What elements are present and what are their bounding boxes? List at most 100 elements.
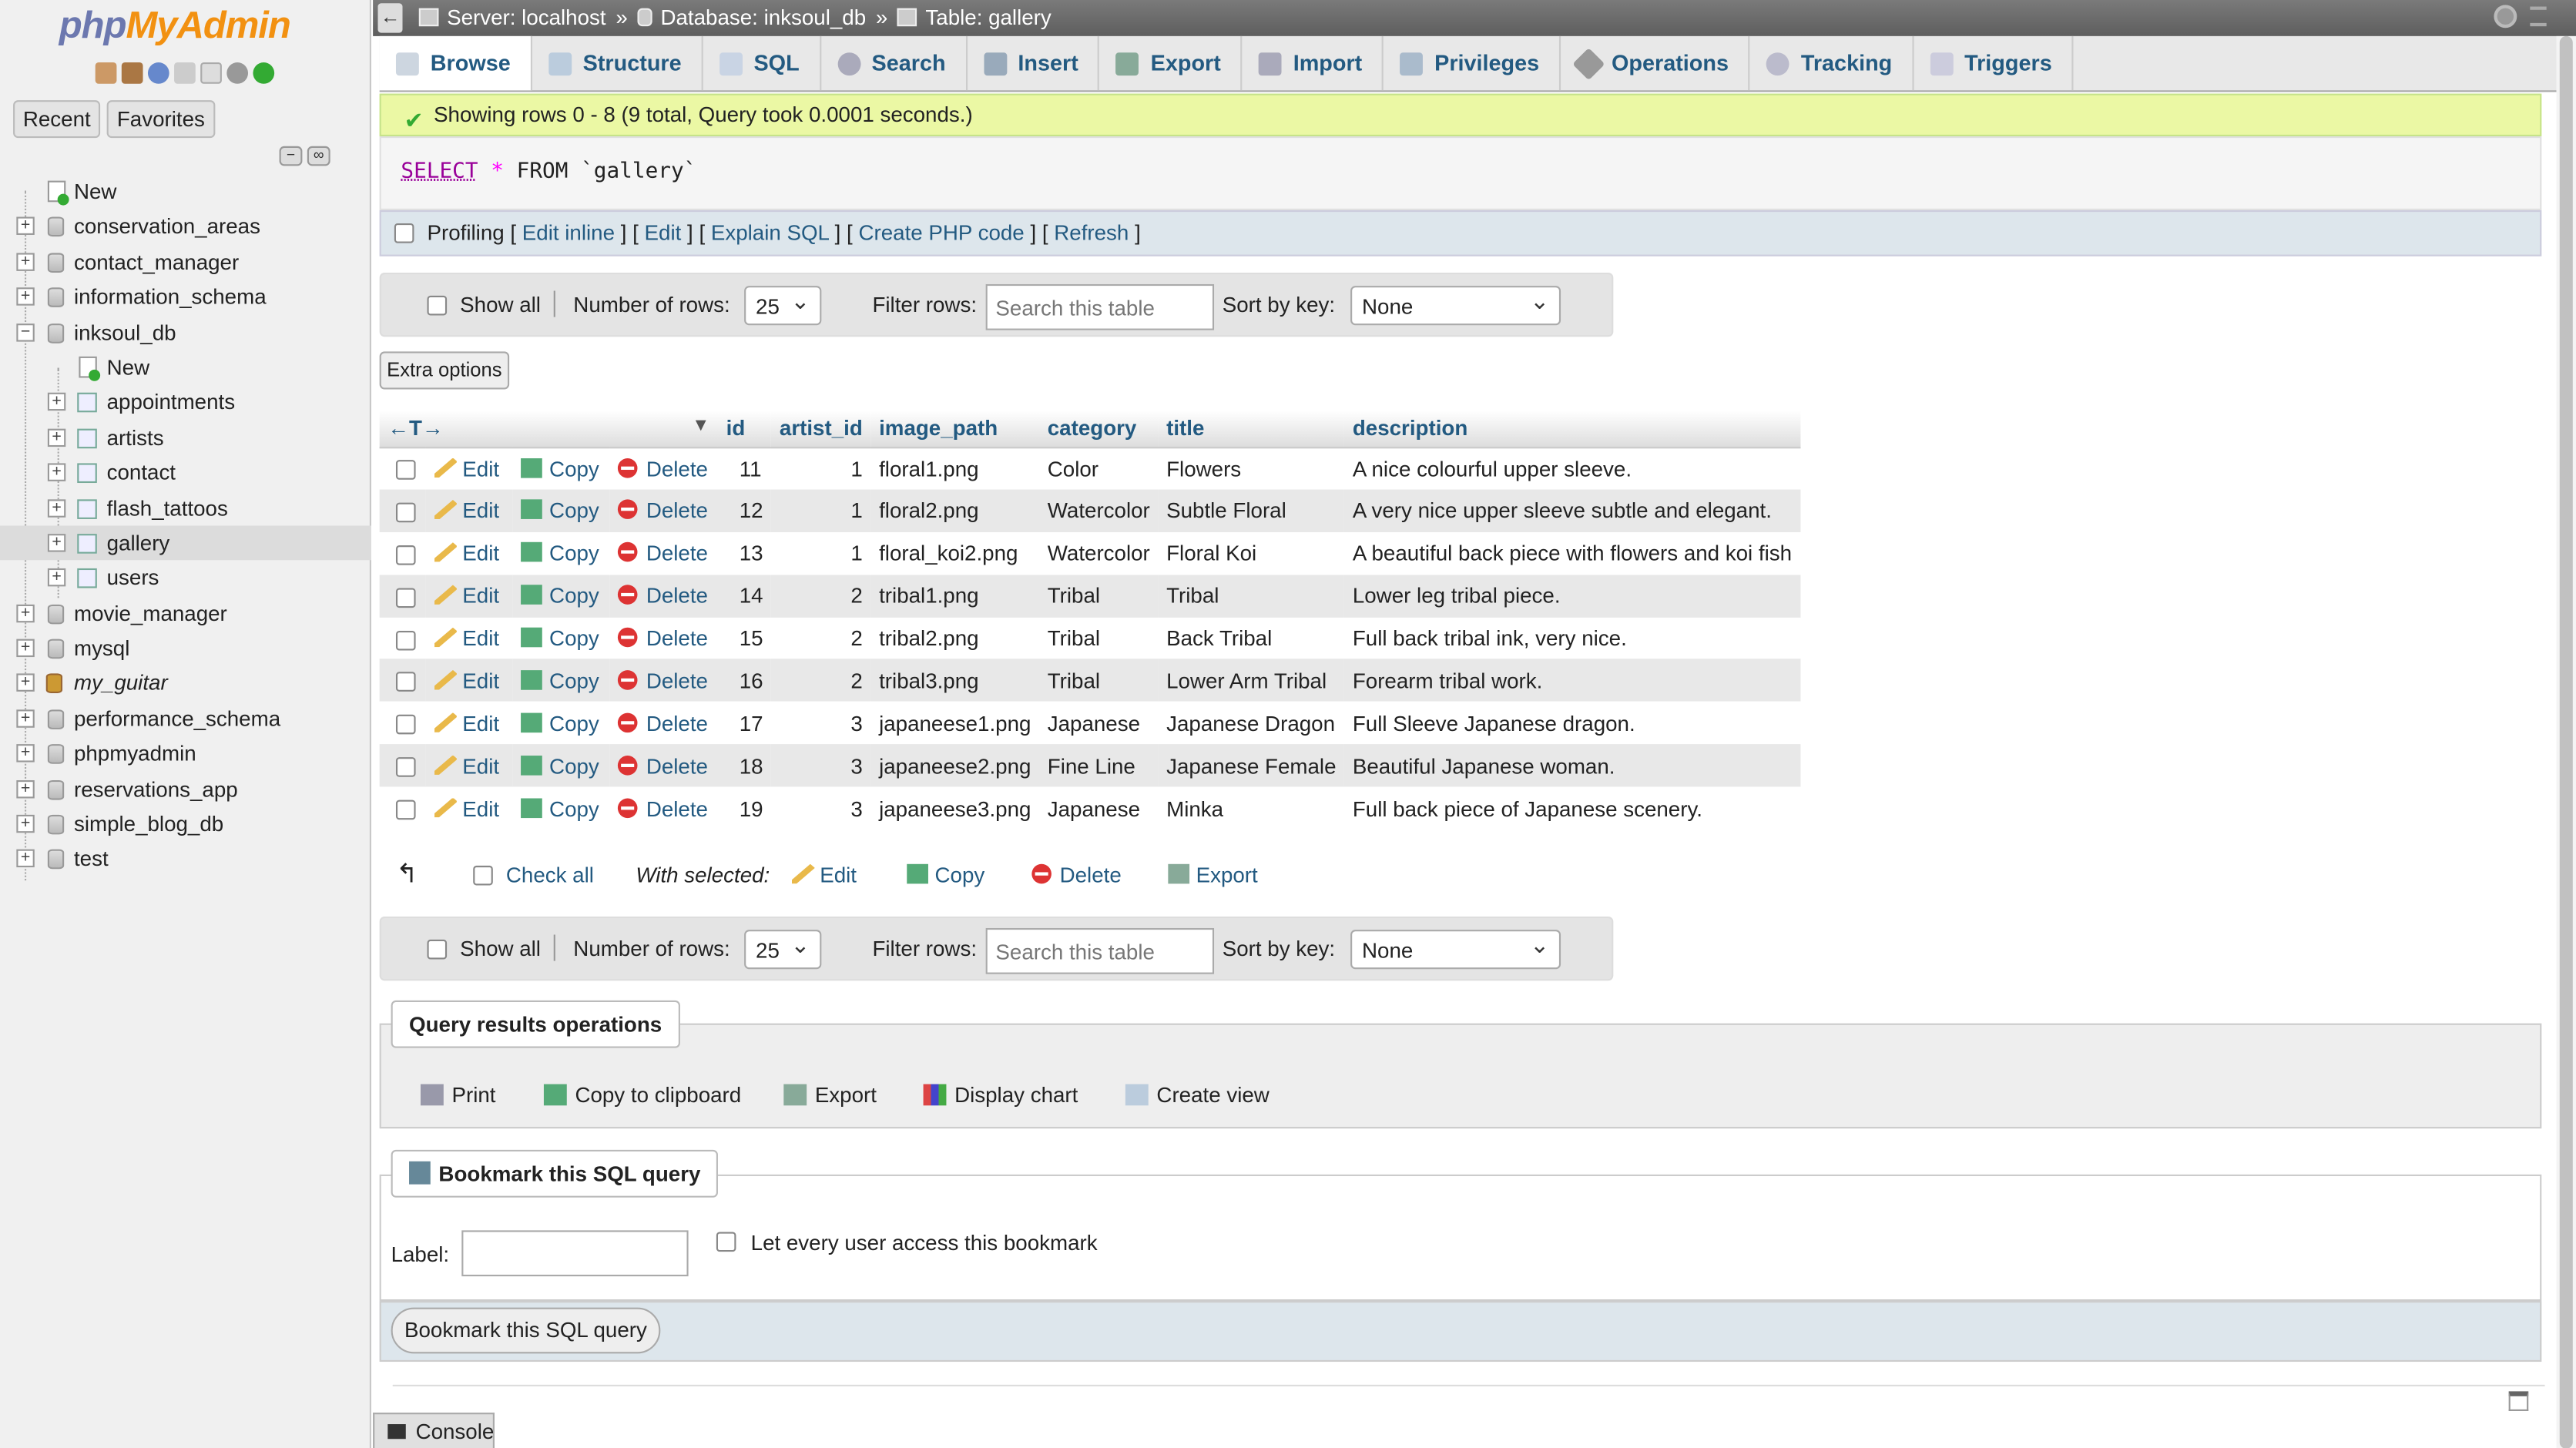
- expand-icon[interactable]: +: [16, 709, 35, 728]
- row-copy[interactable]: Copy: [513, 659, 610, 702]
- tree-new-database[interactable]: New: [0, 174, 371, 209]
- row-delete[interactable]: Delete: [609, 786, 718, 830]
- expand-icon[interactable]: +: [47, 568, 66, 588]
- row-checkbox[interactable]: [395, 587, 416, 608]
- documentation-icon[interactable]: [174, 62, 196, 84]
- row-copy[interactable]: Copy: [513, 574, 610, 617]
- cell-id[interactable]: 19: [717, 786, 772, 830]
- cell-title[interactable]: Minka: [1158, 786, 1345, 830]
- check-all-checkbox[interactable]: [473, 865, 493, 886]
- breadcrumb-database[interactable]: Database: inksoul_db: [637, 0, 866, 36]
- extra-options-button[interactable]: Extra options: [379, 351, 510, 390]
- home-icon[interactable]: [95, 62, 117, 84]
- help-icon[interactable]: [147, 62, 169, 84]
- breadcrumb-table[interactable]: Table: gallery: [897, 0, 1052, 36]
- cell-image_path[interactable]: floral_koi2.png: [870, 531, 1040, 575]
- row-checkbox[interactable]: [395, 502, 416, 522]
- tab-privileges[interactable]: Privileges: [1384, 35, 1561, 91]
- cell-id[interactable]: 14: [717, 574, 772, 617]
- filter-rows-input[interactable]: Search this table: [985, 283, 1215, 330]
- cell-artist_id[interactable]: 3: [771, 702, 871, 745]
- row-checkbox[interactable]: [395, 672, 416, 692]
- number-of-rows-select[interactable]: 25: [744, 930, 822, 970]
- settings-gear-icon[interactable]: [2494, 5, 2517, 28]
- cell-category[interactable]: Japanese: [1039, 702, 1159, 745]
- row-delete[interactable]: Delete: [609, 616, 718, 660]
- cell-image_path[interactable]: japaneese2.png: [870, 744, 1040, 787]
- column-controls[interactable]: ←T→ ▼: [379, 411, 718, 448]
- refresh-link[interactable]: Refresh: [1054, 220, 1129, 245]
- tab-sql[interactable]: SQL: [703, 35, 821, 91]
- cell-id[interactable]: 18: [717, 744, 772, 787]
- table-row[interactable]: Edit Copy Delete 14 2 tribal1.png Tribal Tribal…: [379, 574, 1800, 617]
- tree-db-mysql[interactable]: + mysql: [0, 631, 371, 666]
- table-row[interactable]: Edit Copy Delete 19 3 japaneese3.png Japanese M…: [379, 786, 1800, 830]
- filter-rows-input[interactable]: Search this table: [985, 927, 1215, 974]
- tree-db-movie_manager[interactable]: + movie_manager: [0, 596, 371, 632]
- create-view-button[interactable]: Create view: [1109, 1071, 1286, 1121]
- cell-image_path[interactable]: japaneese1.png: [870, 702, 1040, 745]
- column-category[interactable]: category: [1039, 411, 1159, 448]
- edit-inline-link[interactable]: Edit inline: [522, 220, 615, 245]
- share-bookmark-checkbox[interactable]: [716, 1232, 736, 1252]
- exit-icon[interactable]: [121, 62, 143, 84]
- column-description[interactable]: description: [1344, 411, 1800, 448]
- column-artist_id[interactable]: artist_id: [771, 411, 871, 448]
- row-delete[interactable]: Delete: [609, 447, 718, 490]
- table-row[interactable]: Edit Copy Delete 16 2 tribal3.png Tribal Lower …: [379, 659, 1800, 702]
- expand-icon[interactable]: +: [47, 463, 66, 482]
- cell-category[interactable]: Fine Line: [1039, 744, 1159, 787]
- cell-artist_id[interactable]: 1: [771, 531, 871, 575]
- tree-db-performance_schema[interactable]: + performance_schema: [0, 701, 371, 736]
- bookmark-submit-button[interactable]: Bookmark this SQL query: [391, 1307, 661, 1354]
- cell-artist_id[interactable]: 3: [771, 744, 871, 787]
- row-copy[interactable]: Copy: [513, 531, 610, 575]
- cell-artist_id[interactable]: 2: [771, 574, 871, 617]
- cell-image_path[interactable]: japaneese3.png: [870, 786, 1040, 830]
- print-button[interactable]: Print: [404, 1071, 512, 1121]
- cell-category[interactable]: Color: [1039, 447, 1159, 490]
- tab-import[interactable]: Import: [1243, 35, 1384, 91]
- expand-icon[interactable]: +: [47, 533, 66, 552]
- phpmyadmin-logo[interactable]: phpMyAdmin: [59, 3, 291, 48]
- console-toggle[interactable]: Console: [373, 1413, 495, 1448]
- expand-icon[interactable]: +: [16, 744, 35, 763]
- tree-table-new[interactable]: New: [0, 350, 371, 385]
- favorites-tab[interactable]: Favorites: [107, 100, 215, 139]
- row-edit[interactable]: Edit: [426, 616, 514, 660]
- row-checkbox[interactable]: [395, 630, 416, 650]
- create-php-code-link[interactable]: Create PHP code: [858, 220, 1024, 245]
- tree-db-reservations_app[interactable]: + reservations_app: [0, 772, 371, 807]
- show-all-checkbox[interactable]: [427, 295, 448, 316]
- cell-image_path[interactable]: floral2.png: [870, 489, 1040, 532]
- cell-artist_id[interactable]: 2: [771, 659, 871, 702]
- row-delete[interactable]: Delete: [609, 659, 718, 702]
- sort-by-key-select[interactable]: None: [1350, 930, 1561, 970]
- row-copy[interactable]: Copy: [513, 744, 610, 787]
- breadcrumb-server[interactable]: Server: localhost: [418, 0, 606, 36]
- cell-description[interactable]: Full back tribal ink, very nice.: [1344, 616, 1800, 660]
- row-checkbox[interactable]: [395, 460, 416, 481]
- explain-sql-link[interactable]: Explain SQL: [711, 220, 829, 245]
- column-title[interactable]: title: [1158, 411, 1345, 448]
- cell-title[interactable]: Lower Arm Tribal: [1158, 659, 1345, 702]
- tree-db-my_guitar[interactable]: + my_guitar: [0, 666, 371, 702]
- tab-browse[interactable]: Browse: [379, 35, 532, 91]
- cell-title[interactable]: Japanese Dragon: [1158, 702, 1345, 745]
- cell-image_path[interactable]: tribal2.png: [870, 616, 1040, 660]
- cell-id[interactable]: 15: [717, 616, 772, 660]
- row-copy[interactable]: Copy: [513, 447, 610, 490]
- table-row[interactable]: Edit Copy Delete 15 2 tribal2.png Tribal Back T…: [379, 616, 1800, 660]
- cell-category[interactable]: Japanese: [1039, 786, 1159, 830]
- cell-image_path[interactable]: tribal3.png: [870, 659, 1040, 702]
- cell-image_path[interactable]: floral1.png: [870, 447, 1040, 490]
- expand-icon[interactable]: +: [47, 498, 66, 517]
- expand-icon[interactable]: +: [47, 393, 66, 411]
- row-edit[interactable]: Edit: [426, 447, 514, 490]
- expand-icon[interactable]: +: [16, 850, 35, 868]
- tree-db-contact_manager[interactable]: + contact_manager: [0, 244, 371, 280]
- collapse-all-icon[interactable]: −: [279, 146, 303, 166]
- cell-category[interactable]: Watercolor: [1039, 489, 1159, 532]
- cell-description[interactable]: Full back piece of Japanese scenery.: [1344, 786, 1800, 830]
- row-edit[interactable]: Edit: [426, 489, 514, 532]
